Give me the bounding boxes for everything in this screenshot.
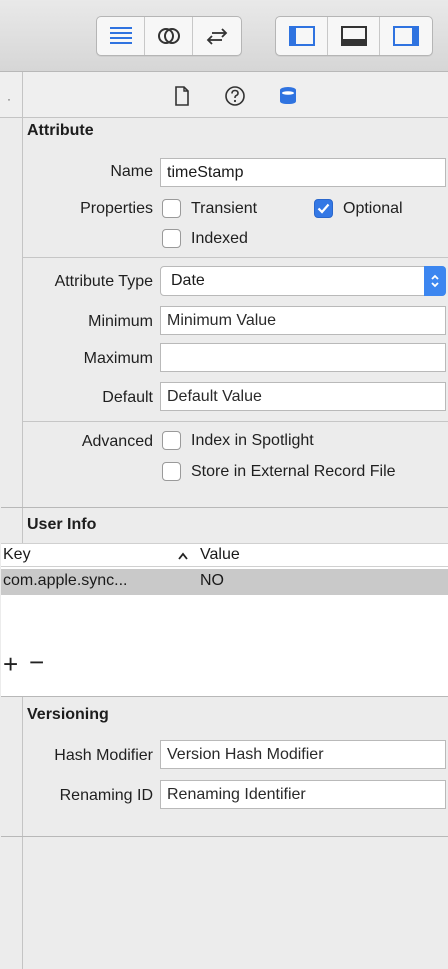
indexed-checkbox-box[interactable] bbox=[162, 229, 181, 248]
key-column-header[interactable]: Key bbox=[3, 546, 31, 564]
assistant-editor-button[interactable] bbox=[145, 17, 193, 55]
user-info-section-title: User Info bbox=[27, 516, 97, 533]
user-info-table-header: Key Value bbox=[1, 543, 448, 567]
file-inspector-icon bbox=[175, 86, 189, 106]
attribute-type-value: Date bbox=[171, 272, 205, 289]
transient-checkbox[interactable]: Transient bbox=[162, 199, 257, 218]
hash-modifier-field[interactable] bbox=[160, 740, 446, 769]
external-checkbox-box[interactable] bbox=[162, 462, 181, 481]
standard-editor-button[interactable] bbox=[97, 17, 145, 55]
optional-checkbox-box[interactable] bbox=[314, 199, 333, 218]
section-divider-user-info bbox=[1, 507, 448, 508]
store-external-checkbox[interactable]: Store in External Record File bbox=[162, 462, 396, 481]
default-field[interactable] bbox=[160, 382, 446, 411]
name-field[interactable] bbox=[160, 158, 446, 187]
editor-toolbar bbox=[0, 0, 448, 72]
popup-stepper[interactable] bbox=[424, 266, 446, 296]
default-label: Default bbox=[102, 389, 153, 406]
add-entry-button[interactable]: + bbox=[3, 651, 18, 677]
quick-help-icon bbox=[225, 86, 245, 106]
utilities-toggle-icon bbox=[393, 26, 419, 46]
checkmark-icon bbox=[317, 203, 330, 214]
attribute-section-title: Attribute bbox=[27, 122, 94, 139]
indexed-checkbox-label: Indexed bbox=[191, 229, 248, 247]
debug-area-toggle-button[interactable] bbox=[328, 17, 380, 55]
section-divider-versioning bbox=[1, 696, 448, 697]
table-row[interactable]: com.apple.sync... NO bbox=[1, 569, 448, 595]
minimum-label: Minimum bbox=[88, 313, 153, 330]
value-column-header[interactable]: Value bbox=[200, 546, 240, 564]
up-down-chevron-icon bbox=[431, 274, 439, 288]
navigator-edge-dot: · bbox=[7, 92, 11, 106]
name-label: Name bbox=[110, 163, 153, 180]
remove-entry-button[interactable]: − bbox=[29, 649, 44, 675]
index-in-spotlight-checkbox[interactable]: Index in Spotlight bbox=[162, 431, 314, 450]
sort-ascending-icon bbox=[178, 552, 188, 560]
transient-checkbox-label: Transient bbox=[191, 199, 258, 217]
optional-checkbox[interactable]: Optional bbox=[314, 199, 403, 218]
version-editor-icon bbox=[206, 28, 228, 45]
attribute-divider-2 bbox=[23, 421, 448, 422]
optional-checkbox-label: Optional bbox=[343, 199, 403, 217]
navigator-toggle-button[interactable] bbox=[276, 17, 328, 55]
panel-divider bbox=[22, 72, 23, 118]
minimum-field[interactable] bbox=[160, 306, 446, 335]
versioning-section-title: Versioning bbox=[27, 706, 109, 723]
indexed-checkbox[interactable]: Indexed bbox=[162, 229, 248, 248]
renaming-id-field[interactable] bbox=[160, 780, 446, 809]
inspector-selector-bar: · bbox=[0, 72, 448, 118]
properties-label: Properties bbox=[80, 200, 153, 217]
advanced-label: Advanced bbox=[81, 433, 153, 450]
spotlight-checkbox-box[interactable] bbox=[162, 431, 181, 450]
quick-help-tab[interactable] bbox=[223, 84, 247, 108]
section-divider-bottom bbox=[1, 836, 448, 837]
file-inspector-tab[interactable] bbox=[170, 84, 194, 108]
data-model-inspector-tab[interactable] bbox=[276, 84, 300, 108]
transient-checkbox-box[interactable] bbox=[162, 199, 181, 218]
data-model-inspector-panel: Attribute Name Properties Transient Opti… bbox=[1, 118, 448, 969]
attribute-divider-1 bbox=[23, 257, 448, 258]
standard-editor-icon bbox=[109, 27, 132, 44]
external-checkbox-label: Store in External Record File bbox=[191, 462, 396, 480]
attribute-type-label: Attribute Type bbox=[54, 273, 153, 290]
version-editor-button[interactable] bbox=[193, 17, 241, 55]
attribute-type-popup[interactable]: Date bbox=[160, 266, 446, 296]
maximum-label: Maximum bbox=[83, 350, 153, 367]
hash-modifier-label: Hash Modifier bbox=[54, 747, 153, 764]
user-info-table: com.apple.sync... NO bbox=[1, 567, 448, 697]
row-key: com.apple.sync... bbox=[3, 572, 128, 589]
debug-area-toggle-icon bbox=[340, 26, 367, 46]
renaming-id-label: Renaming ID bbox=[59, 787, 153, 804]
spotlight-checkbox-label: Index in Spotlight bbox=[191, 431, 314, 449]
assistant-editor-icon bbox=[157, 28, 180, 44]
data-model-inspector-icon bbox=[280, 87, 296, 104]
row-value: NO bbox=[200, 572, 224, 589]
maximum-field[interactable] bbox=[160, 343, 446, 372]
editor-mode-segmented-control bbox=[96, 16, 242, 56]
view-toggle-segmented-control bbox=[275, 16, 433, 56]
utilities-toggle-button[interactable] bbox=[380, 17, 432, 55]
navigator-toggle-icon bbox=[288, 26, 315, 46]
